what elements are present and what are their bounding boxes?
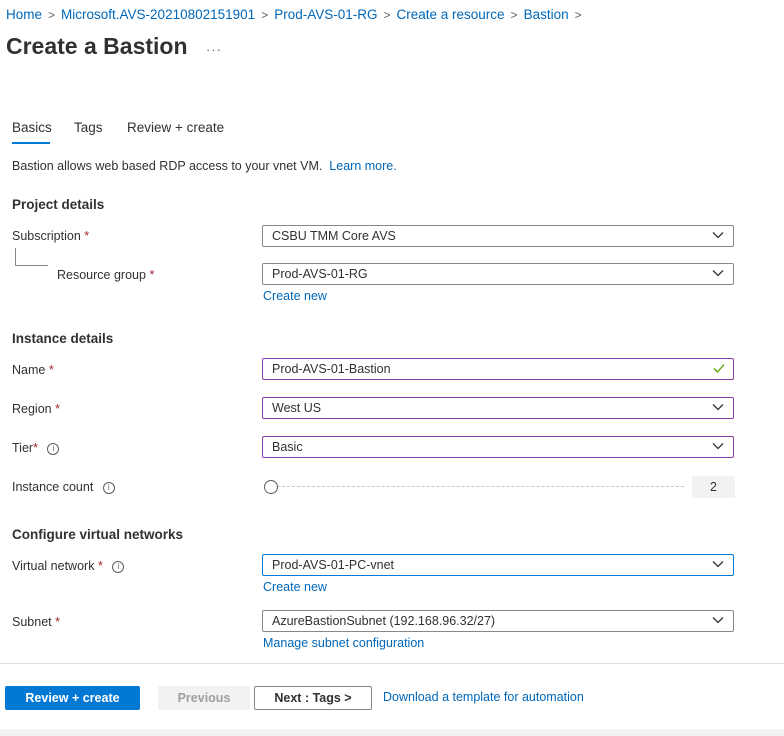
project-details-heading: Project details [12,197,105,212]
manage-subnet-link[interactable]: Manage subnet configuration [263,636,424,650]
tree-connector [15,248,16,265]
breadcrumb-resource-group[interactable]: Prod-AVS-01-RG [274,7,377,22]
tab-review-create[interactable]: Review + create [127,120,224,135]
instance-details-heading: Instance details [12,331,114,346]
virtual-network-label: Virtual network * i [12,559,125,573]
subscription-value: CSBU TMM Core AVS [272,229,396,243]
region-label: Region * [12,402,60,416]
subscription-label-text: Subscription [12,229,81,243]
active-tab-indicator [12,142,50,144]
chevron-down-icon [712,270,724,277]
breadcrumb-separator: > [383,8,391,22]
resource-group-select[interactable]: Prod-AVS-01-RG [262,263,734,285]
breadcrumb-create-resource[interactable]: Create a resource [396,7,504,22]
review-create-button[interactable]: Review + create [5,686,140,710]
tab-tags[interactable]: Tags [74,120,103,135]
more-options-icon[interactable]: ··· [206,42,222,57]
checkmark-icon [713,364,725,373]
create-new-vnet-link[interactable]: Create new [263,580,327,594]
footer-divider [0,663,784,664]
required-marker: * [48,363,54,377]
required-marker: * [84,229,90,243]
required-marker: * [149,268,155,282]
tier-value: Basic [272,440,303,454]
subnet-value: AzureBastionSubnet (192.168.96.32/27) [272,614,496,628]
region-value: West US [272,401,322,415]
tree-connector [15,265,48,266]
tier-label: Tier* i [12,441,60,455]
info-icon[interactable]: i [112,561,125,573]
breadcrumb-separator: > [510,8,518,22]
page-title: Create a Bastion [6,33,188,59]
breadcrumb-separator: > [48,8,56,22]
name-label-text: Name [12,363,46,377]
name-value: Prod-AVS-01-Bastion [272,362,391,376]
required-marker: * [97,559,103,573]
subscription-select[interactable]: CSBU TMM Core AVS [262,225,734,247]
required-marker: * [33,441,38,455]
breadcrumb-avs[interactable]: Microsoft.AVS-20210802151901 [61,7,255,22]
info-icon[interactable]: i [102,482,115,494]
breadcrumb: Home > Microsoft.AVS-20210802151901 > Prod-A… [6,7,588,22]
virtual-network-value: Prod-AVS-01-PC-vnet [272,558,395,572]
name-label: Name * [12,363,54,377]
previous-button[interactable]: Previous [158,686,250,710]
bottom-bar [0,729,784,736]
intro-text: Bastion allows web based RDP access to y… [12,159,397,173]
create-new-resource-group-link[interactable]: Create new [263,289,327,303]
info-icon[interactable]: i [47,443,60,455]
breadcrumb-separator: > [261,8,269,22]
resource-group-label: Resource group * [57,268,154,282]
breadcrumb-separator: > [574,8,582,22]
instance-count-slider-thumb[interactable] [264,480,278,494]
breadcrumb-home[interactable]: Home [6,7,42,22]
subnet-select[interactable]: AzureBastionSubnet (192.168.96.32/27) [262,610,734,632]
subnet-label-text: Subnet [12,615,52,629]
instance-count-slider-track[interactable] [272,486,684,487]
region-label-text: Region [12,402,52,416]
chevron-down-icon [712,404,724,411]
intro-description: Bastion allows web based RDP access to y… [12,159,323,173]
instance-count-label: Instance count i [12,480,115,494]
subscription-label: Subscription * [12,229,89,243]
chevron-down-icon [712,232,724,239]
name-input[interactable]: Prod-AVS-01-Bastion [262,358,734,380]
tier-label-text: Tier [12,441,34,455]
virtual-network-select[interactable]: Prod-AVS-01-PC-vnet [262,554,734,576]
virtual-network-label-text: Virtual network [12,559,95,573]
configure-virtual-networks-heading: Configure virtual networks [12,527,184,542]
instance-count-label-text: Instance count [12,480,94,494]
required-marker: * [55,615,60,629]
tier-select[interactable]: Basic [262,436,734,458]
breadcrumb-bastion[interactable]: Bastion [524,7,569,22]
required-marker: * [55,402,60,416]
learn-more-link[interactable]: Learn more. [329,159,396,173]
instance-count-value[interactable]: 2 [692,476,735,498]
resource-group-label-text: Resource group [57,268,146,282]
chevron-down-icon [712,561,724,568]
next-tags-button[interactable]: Next : Tags > [254,686,372,710]
chevron-down-icon [712,443,724,450]
region-select[interactable]: West US [262,397,734,419]
chevron-down-icon [712,617,724,624]
download-template-link[interactable]: Download a template for automation [383,690,584,704]
subnet-label: Subnet * [12,615,60,629]
resource-group-value: Prod-AVS-01-RG [272,267,368,281]
tab-basics[interactable]: Basics [12,120,52,135]
